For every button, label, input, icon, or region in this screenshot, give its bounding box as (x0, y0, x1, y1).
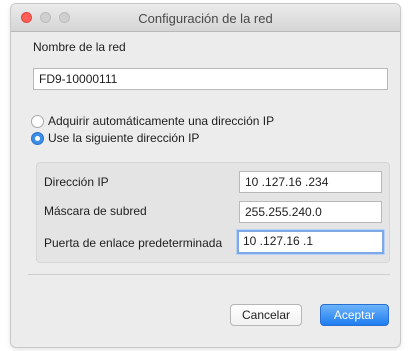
network-name-field[interactable]: FD9-10000111 (33, 68, 388, 90)
manual-ip-radio[interactable] (31, 132, 44, 145)
gateway-label: Puerta de enlace predeterminada (44, 236, 223, 250)
network-settings-dialog: Configuración de la red Nombre de la red… (11, 4, 400, 347)
subnet-mask-label: Máscara de subred (44, 204, 147, 218)
title-bar: Configuración de la red (11, 4, 400, 32)
manual-ip-label[interactable]: Use la siguiente dirección IP (48, 131, 199, 145)
subnet-mask-field[interactable]: 255.255.240.0 (239, 201, 382, 223)
gateway-field[interactable]: 10 .127.16 .1 (237, 230, 384, 254)
network-name-label: Nombre de la red (33, 40, 126, 54)
divider (28, 274, 390, 275)
auto-ip-radio[interactable] (31, 115, 44, 128)
ip-address-label: Dirección IP (44, 175, 109, 189)
ip-address-field[interactable]: 10 .127.16 .234 (239, 171, 382, 193)
dialog-title: Configuración de la red (138, 11, 273, 26)
cancel-button[interactable]: Cancelar (230, 304, 302, 326)
accept-button[interactable]: Aceptar (320, 304, 389, 326)
auto-ip-label[interactable]: Adquirir automáticamente una dirección I… (48, 114, 274, 128)
